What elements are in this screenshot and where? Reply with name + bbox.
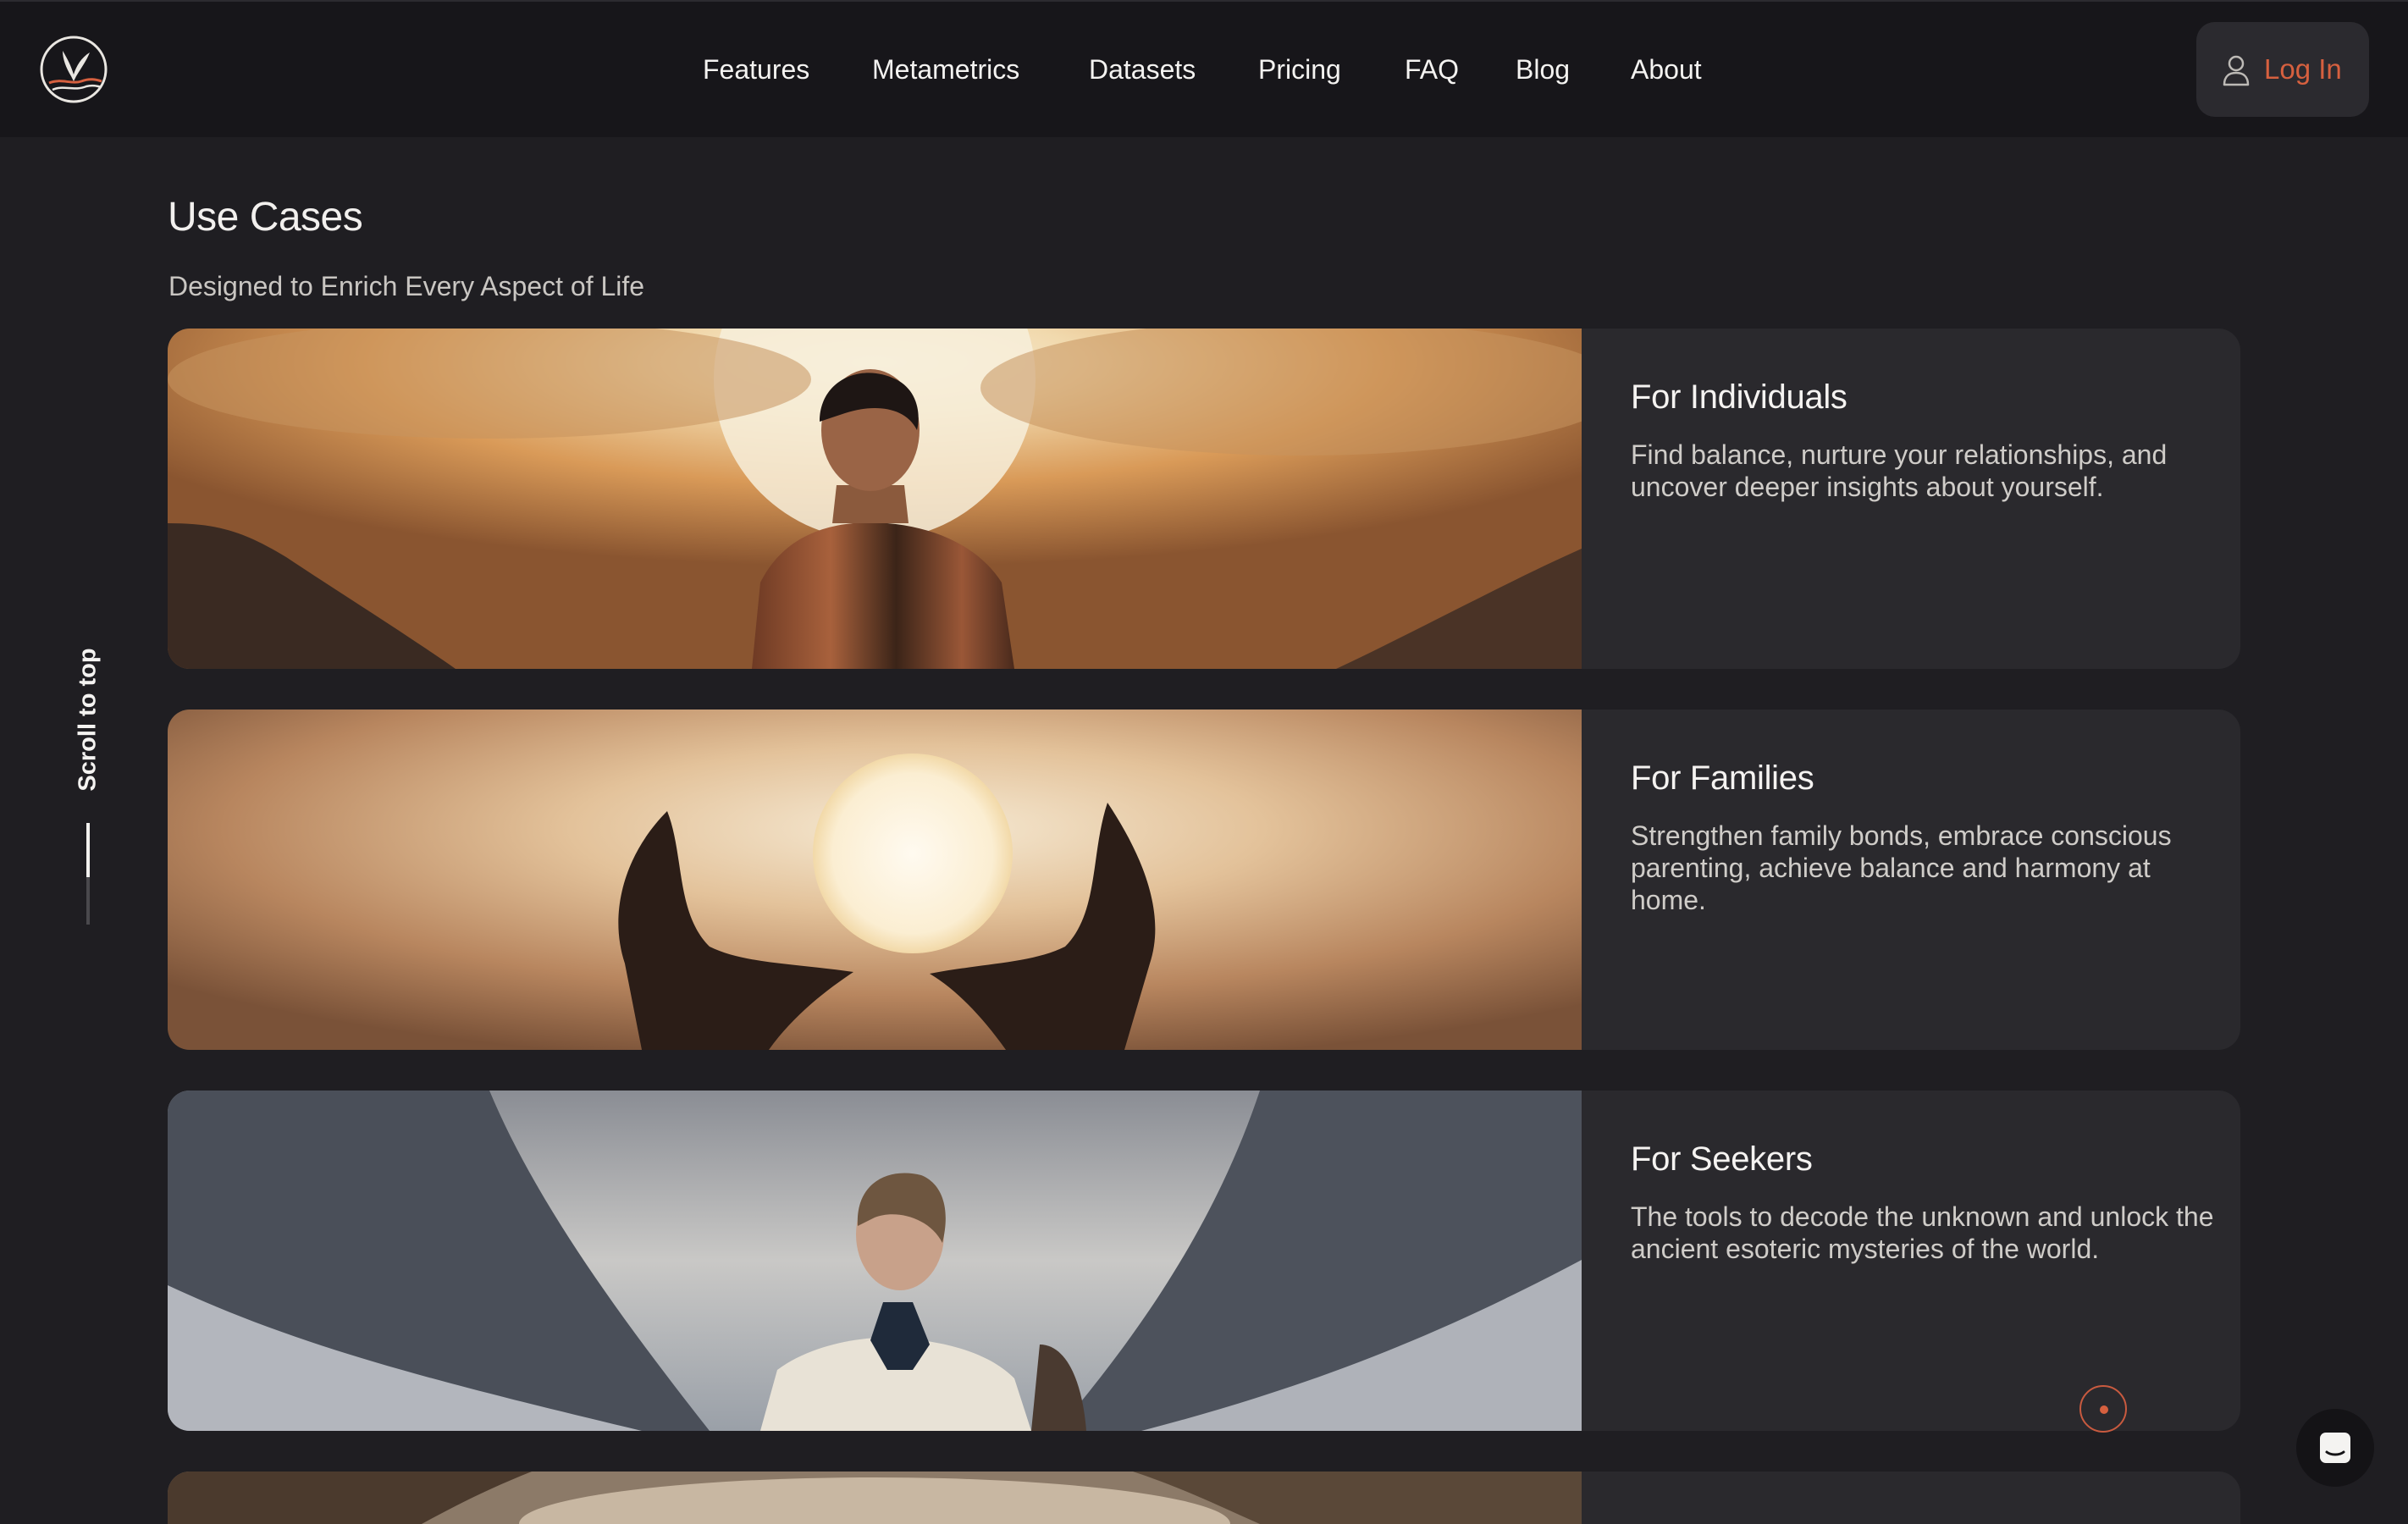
user-icon: [2223, 55, 2250, 86]
card-image-individuals: [168, 329, 1582, 669]
use-case-card-families[interactable]: For Families Strengthen family bonds, em…: [168, 710, 2240, 1050]
use-case-card-seekers[interactable]: For Seekers The tools to decode the unkn…: [168, 1091, 2240, 1431]
nav-about[interactable]: About: [1631, 51, 1702, 88]
record-dot-icon[interactable]: [2079, 1385, 2127, 1433]
card-title-seekers: For Seekers: [1631, 1140, 1813, 1178]
login-button[interactable]: Log In: [2196, 22, 2369, 117]
card-description-seekers: The tools to decode the unknown and unlo…: [1631, 1201, 2214, 1264]
scroll-to-top-label: Scroll to top: [74, 648, 102, 792]
nav-blog[interactable]: Blog: [1516, 51, 1570, 88]
card-description-individuals: Find balance, nurture your relationships…: [1631, 439, 2168, 502]
card-title-individuals: For Individuals: [1631, 378, 1847, 416]
card-image-families: [168, 710, 1582, 1050]
section-title: Use Cases: [168, 195, 363, 240]
section-subtitle: Designed to Enrich Every Aspect of Life: [168, 271, 645, 301]
nav-datasets[interactable]: Datasets: [1089, 51, 1196, 88]
chat-launcher-button[interactable]: [2296, 1409, 2374, 1487]
scroll-to-top[interactable]: Scroll to top: [47, 627, 129, 925]
nav-features[interactable]: Features: [703, 51, 809, 88]
login-label: Log In: [2264, 53, 2342, 85]
main-nav: Features Metametrics Datasets Pricing FA…: [0, 51, 2408, 88]
card-image-4: [168, 1472, 1582, 1524]
nav-metametrics[interactable]: Metametrics: [872, 51, 1019, 88]
use-case-card-individuals[interactable]: For Individuals Find balance, nurture yo…: [168, 329, 2240, 669]
top-navigation-bar: Features Metametrics Datasets Pricing FA…: [0, 0, 2408, 137]
nav-pricing[interactable]: Pricing: [1258, 51, 1341, 88]
card-image-seekers: [168, 1091, 1582, 1431]
scroll-progress-thumb: [86, 823, 90, 877]
card-title-families: For Families: [1631, 759, 1814, 797]
use-case-card-4[interactable]: [168, 1472, 2240, 1524]
nav-faq[interactable]: FAQ: [1405, 51, 1459, 88]
card-description-families: Strengthen family bonds, embrace conscio…: [1631, 820, 2172, 915]
chat-bubble-icon: [2320, 1433, 2350, 1463]
